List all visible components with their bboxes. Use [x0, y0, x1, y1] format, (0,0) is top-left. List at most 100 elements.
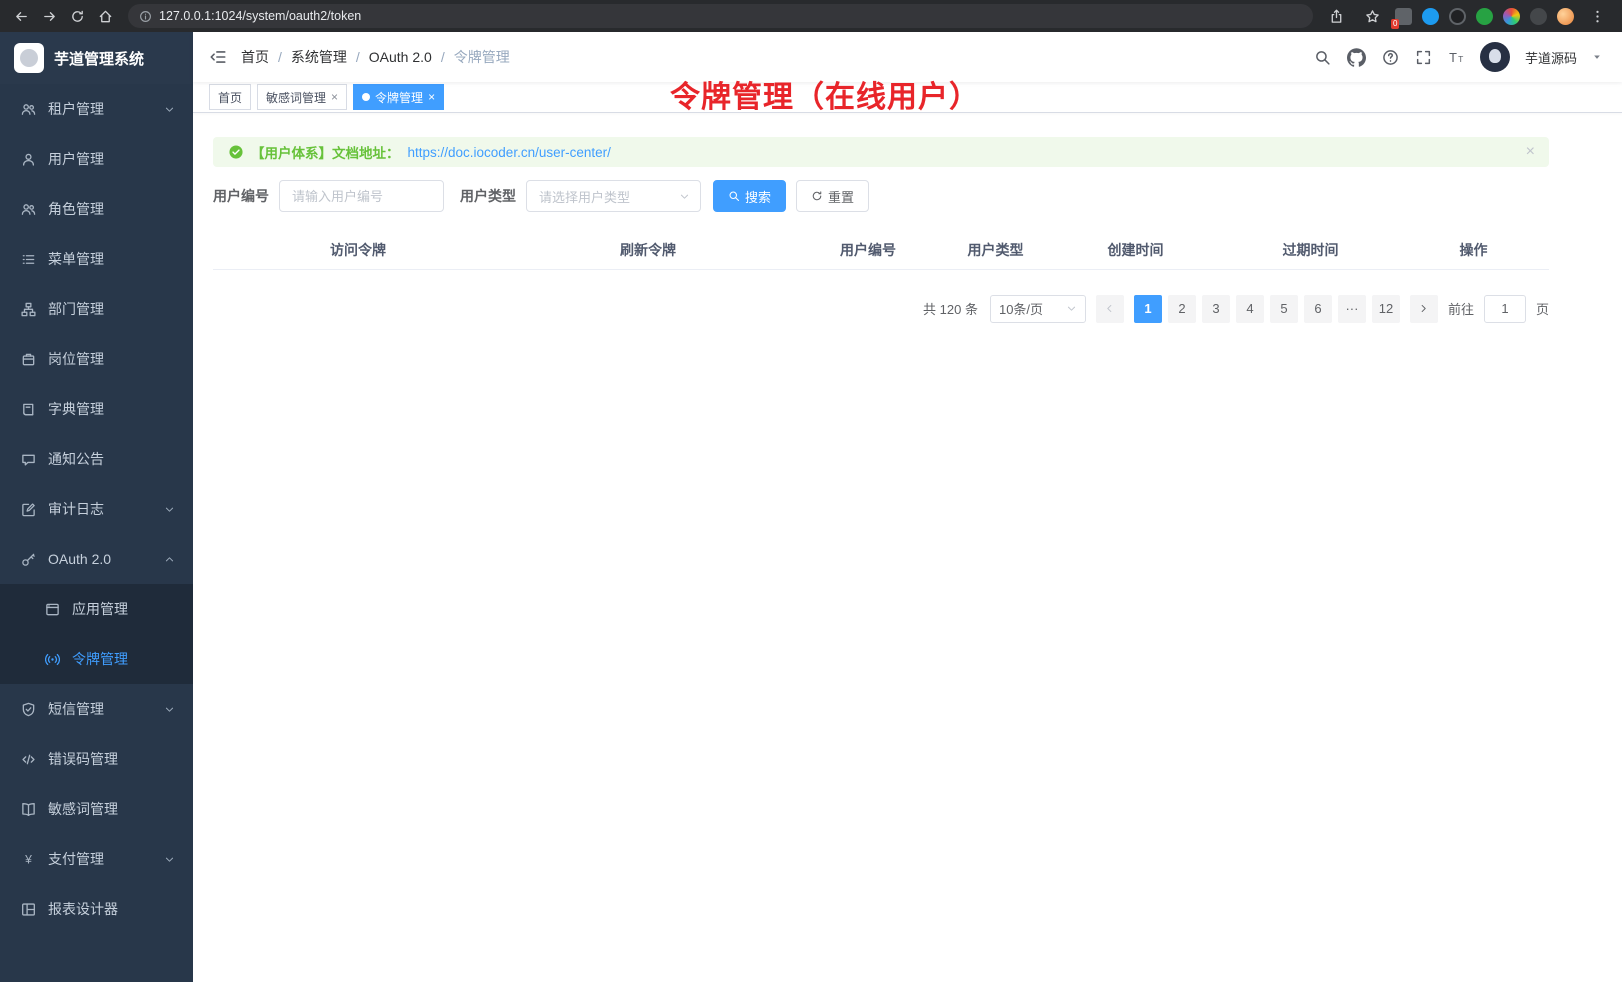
sidebar-toggle-button[interactable]: [209, 48, 227, 66]
user-id-input[interactable]: [279, 180, 444, 212]
pager-page-6[interactable]: 6: [1304, 295, 1332, 323]
sidebar-item-label: 错误码管理: [48, 749, 118, 769]
tab-0[interactable]: 首页: [209, 84, 251, 110]
search-button[interactable]: 搜索: [713, 180, 786, 212]
pager-page-5[interactable]: 5: [1270, 295, 1298, 323]
share-button[interactable]: [1323, 3, 1349, 29]
column-header-3: 用户类型: [943, 232, 1048, 269]
breadcrumb-item-0[interactable]: 首页: [241, 47, 269, 67]
sidebar-item-1[interactable]: 用户管理: [0, 134, 193, 184]
pager-page-4[interactable]: 4: [1236, 295, 1264, 323]
sidebar-menu: 租户管理用户管理角色管理菜单管理部门管理岗位管理字典管理通知公告审计日志OAut…: [0, 84, 193, 982]
sidebar-item-4[interactable]: 部门管理: [0, 284, 193, 334]
app: 芋道管理系统 租户管理用户管理角色管理菜单管理部门管理岗位管理字典管理通知公告审…: [0, 32, 1622, 982]
url-text: 127.0.0.1:1024/system/oauth2/token: [159, 9, 361, 23]
pager-next-button[interactable]: [1410, 295, 1438, 323]
pager-page-1[interactable]: 1: [1134, 295, 1162, 323]
sidebar-item-label: 令牌管理: [72, 649, 128, 669]
sidebar-item-0[interactable]: 租户管理: [0, 84, 193, 134]
extension-icon-2[interactable]: [1422, 8, 1439, 25]
app-logo-bar: 芋道管理系统: [0, 32, 193, 84]
sidebar-item-14[interactable]: 敏感词管理: [0, 784, 193, 834]
breadcrumb-item-2[interactable]: OAuth 2.0: [369, 49, 432, 65]
address-bar[interactable]: 127.0.0.1:1024/system/oauth2/token: [128, 4, 1313, 28]
pager-page-3[interactable]: 3: [1202, 295, 1230, 323]
main-area: 首页/系统管理/OAuth 2.0/令牌管理 TT 芋道源码 首页敏感词管理×令…: [193, 32, 1622, 982]
doc-alert: 【用户体系】文档地址： https://doc.iocoder.cn/user-…: [213, 137, 1549, 167]
column-header-4: 创建时间: [1048, 232, 1223, 269]
sidebar-item-5[interactable]: 岗位管理: [0, 334, 193, 384]
bookmark-star-button[interactable]: [1359, 3, 1385, 29]
svg-text:T: T: [1458, 53, 1463, 63]
extension-icon-3[interactable]: [1449, 8, 1466, 25]
chevron-down-icon: [164, 504, 175, 515]
chevron-down-icon[interactable]: [1592, 52, 1602, 62]
browser-home-button[interactable]: [92, 3, 118, 29]
pager-page-12[interactable]: 12: [1372, 295, 1400, 323]
user-icon: [20, 151, 36, 167]
extension-badge: 0: [1391, 19, 1399, 29]
sidebar-item-3[interactable]: 菜单管理: [0, 234, 193, 284]
fullscreen-icon[interactable]: [1415, 49, 1432, 66]
goto-page-input[interactable]: [1484, 295, 1526, 323]
total-count: 共 120 条: [923, 299, 978, 318]
sidebar-item-label: 敏感词管理: [48, 799, 118, 819]
sidebar-item-2[interactable]: 角色管理: [0, 184, 193, 234]
extension-icon-4[interactable]: [1476, 8, 1493, 25]
help-icon[interactable]: [1382, 49, 1399, 66]
pager-prev-button[interactable]: [1096, 295, 1124, 323]
key-icon: [20, 551, 36, 567]
extension-icon-1[interactable]: 0: [1395, 8, 1412, 25]
search-icon[interactable]: [1314, 49, 1331, 66]
browser-reload-button[interactable]: [64, 3, 90, 29]
annotation-text: 令牌管理（在线用户）: [670, 72, 980, 116]
sidebar-item-16[interactable]: 报表设计器: [0, 884, 193, 934]
topbar-right: TT 芋道源码: [1314, 42, 1602, 72]
page-size-select[interactable]: 10条/页: [990, 295, 1086, 323]
reset-button[interactable]: 重置: [796, 180, 869, 212]
sidebar-item-15[interactable]: ¥支付管理: [0, 834, 193, 884]
sidebar-item-7[interactable]: 通知公告: [0, 434, 193, 484]
column-header-2: 用户编号: [793, 232, 943, 269]
token-table: 访问令牌刷新令牌用户编号用户类型创建时间过期时间操作: [213, 232, 1549, 270]
sidebar-item-10[interactable]: 应用管理: [0, 584, 193, 634]
chevron-down-icon: [164, 704, 175, 715]
breadcrumb-separator: /: [356, 49, 360, 65]
sidebar-item-6[interactable]: 字典管理: [0, 384, 193, 434]
username[interactable]: 芋道源码: [1525, 48, 1577, 67]
sidebar-item-12[interactable]: 短信管理: [0, 684, 193, 734]
browser-forward-button[interactable]: [36, 3, 62, 29]
svg-text:¥: ¥: [24, 852, 32, 866]
browser-menu-button[interactable]: [1584, 3, 1610, 29]
browser-back-button[interactable]: [8, 3, 34, 29]
tab-1[interactable]: 敏感词管理×: [257, 84, 347, 110]
site-info-icon[interactable]: [139, 10, 152, 23]
user-type-select[interactable]: 请选择用户类型: [526, 180, 701, 212]
sidebar-item-13[interactable]: 错误码管理: [0, 734, 193, 784]
sidebar-item-label: 菜单管理: [48, 249, 104, 269]
github-icon[interactable]: [1347, 48, 1366, 67]
pager-page-2[interactable]: 2: [1168, 295, 1196, 323]
browser-profile-avatar[interactable]: [1557, 8, 1574, 25]
user-avatar[interactable]: [1480, 42, 1510, 72]
extensions-menu-icon[interactable]: [1530, 8, 1547, 25]
sidebar-item-11[interactable]: 令牌管理: [0, 634, 193, 684]
close-icon[interactable]: ×: [331, 90, 338, 104]
sidebar-item-8[interactable]: 审计日志: [0, 484, 193, 534]
sidebar-item-9[interactable]: OAuth 2.0: [0, 534, 193, 584]
close-icon[interactable]: ×: [428, 90, 435, 104]
breadcrumb-item-1[interactable]: 系统管理: [291, 47, 347, 67]
tree-icon: [20, 301, 36, 317]
browser-actions: 0: [1323, 3, 1614, 29]
sidebar-item-label: 应用管理: [72, 599, 128, 619]
sidebar-item-label: 部门管理: [48, 299, 104, 319]
users-icon: [20, 201, 36, 217]
tab-2[interactable]: 令牌管理×: [353, 84, 444, 110]
extension-icon-5[interactable]: [1503, 8, 1520, 25]
close-icon[interactable]: ×: [1526, 144, 1535, 160]
pager-more-button[interactable]: ···: [1338, 295, 1366, 323]
doc-alert-link[interactable]: https://doc.iocoder.cn/user-center/: [408, 145, 611, 160]
sidebar-item-label: 岗位管理: [48, 349, 104, 369]
font-size-icon[interactable]: TT: [1448, 49, 1465, 66]
reset-button-label: 重置: [828, 187, 854, 206]
